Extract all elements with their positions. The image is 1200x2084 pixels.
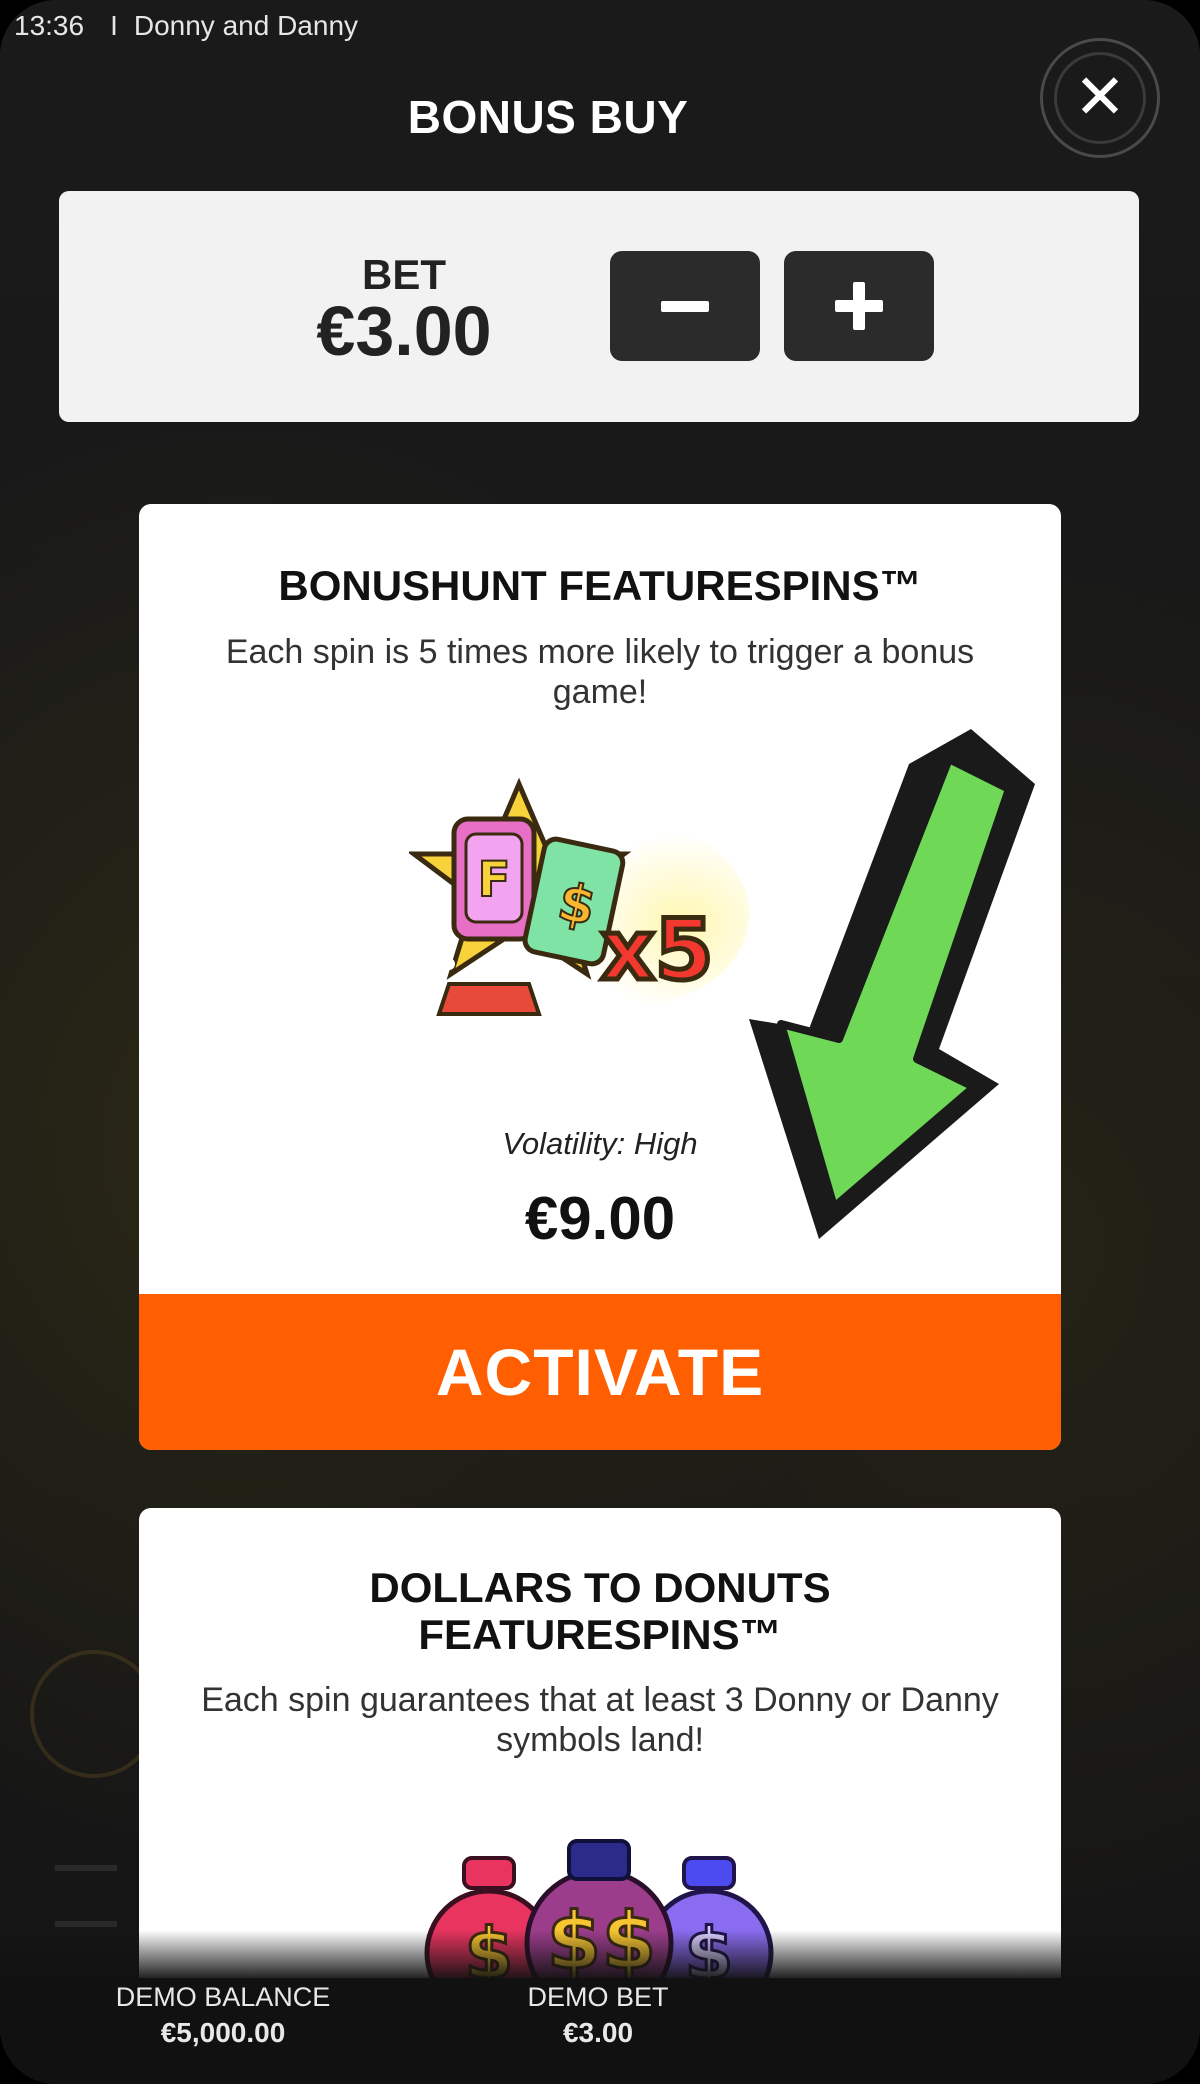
bonushunt-x5-icon: F $ x5 xyxy=(409,777,749,1016)
volatility-text: Volatility: High xyxy=(502,1126,698,1161)
device-screen: 13:36 I Donny and Danny BONUS BUY ✕ BET … xyxy=(0,0,1200,2084)
page-title: BONUS BUY xyxy=(407,91,689,143)
close-button[interactable]: ✕ xyxy=(1040,38,1160,158)
demo-balance-value: €5,000.00 xyxy=(160,2017,286,2048)
feature-price: €9.00 xyxy=(524,1185,676,1252)
feature-title: BONUSHUNT FEATURESPINS™ xyxy=(278,562,922,609)
demo-balance-label: DEMO BALANCE xyxy=(115,1982,331,2012)
status-separator: I xyxy=(110,10,118,41)
feature-description: Each spin guarantees that at least 3 Don… xyxy=(201,1681,999,1759)
feature-title-line1: DOLLARS TO DONUTS xyxy=(369,1564,831,1611)
decrease-bet-button[interactable] xyxy=(610,251,760,361)
minus-icon xyxy=(661,300,709,312)
svg-text:F: F xyxy=(478,852,511,908)
demo-bet-label: DEMO BET xyxy=(527,1982,669,2012)
game-title: Donny and Danny xyxy=(133,10,359,41)
menu-ghost-icon xyxy=(55,1865,117,1927)
bet-panel: BET €3.00 xyxy=(59,191,1139,422)
demo-bet-value: €3.00 xyxy=(562,2017,634,2048)
plus-icon xyxy=(835,282,883,330)
feature-title-line2: FEATURESPINS™ xyxy=(418,1611,782,1658)
feature-card-dollars-to-donuts: DOLLARS TO DONUTS FEATURESPINS™ Each spi… xyxy=(139,1508,1061,1978)
demo-bet: DEMO BET €3.00 xyxy=(488,1982,708,2049)
demo-balance: DEMO BALANCE €5,000.00 xyxy=(93,1982,353,2049)
svg-text:x5: x5 xyxy=(601,901,714,999)
status-bar: 13:36 I Donny and Danny xyxy=(0,0,1200,52)
increase-bet-button[interactable] xyxy=(784,251,934,361)
feature-description: Each spin is 5 times more likely to trig… xyxy=(225,633,975,711)
bottom-fade xyxy=(0,1930,1200,1982)
close-icon: ✕ xyxy=(1054,52,1146,144)
feature-card-bonushunt: BONUSHUNT FEATURESPINS™ Each spin is 5 t… xyxy=(139,504,1061,1450)
activate-button[interactable]: ACTIVATE xyxy=(139,1294,1061,1450)
status-time: 13:36 xyxy=(14,10,85,41)
bet-value: €3.00 xyxy=(316,292,492,370)
